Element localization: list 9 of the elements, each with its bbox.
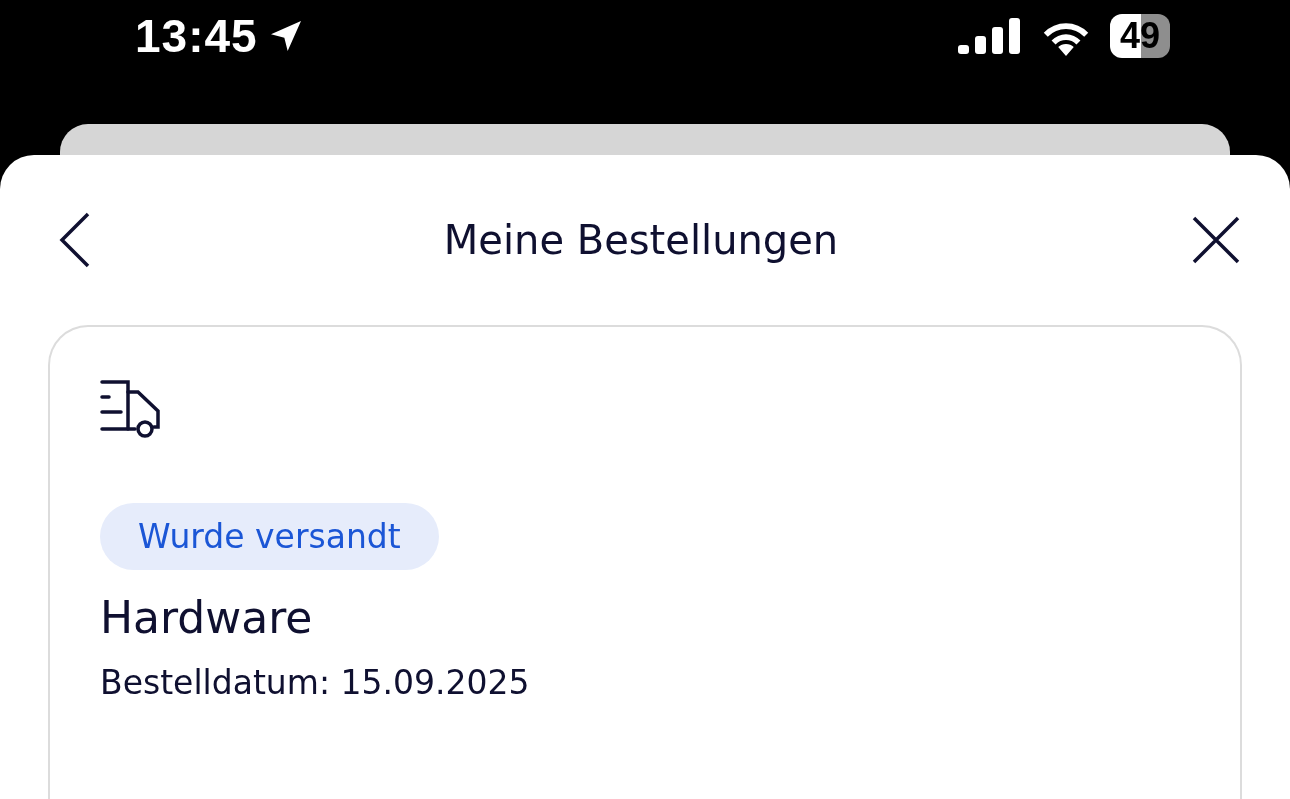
- status-time: 13:45: [135, 9, 258, 63]
- order-card[interactable]: Wurde versandt Hardware Bestelldatum: 15.09.2025: [48, 325, 1242, 799]
- page-title: Meine Bestellungen: [443, 217, 839, 263]
- order-date: Bestelldatum: 15.09.2025: [100, 663, 530, 702]
- order-title: Hardware: [100, 592, 313, 643]
- truck-icon: [100, 379, 162, 441]
- battery-level: 49: [1109, 14, 1170, 58]
- signal-icon: [957, 18, 1022, 54]
- status-badge: Wurde versandt: [100, 503, 439, 570]
